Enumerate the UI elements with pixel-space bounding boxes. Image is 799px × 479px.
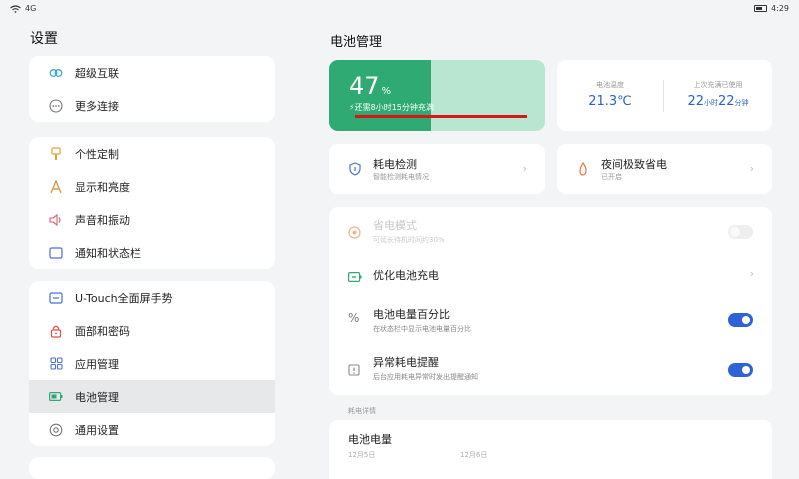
sidebar-item-label: 更多连接 [75, 99, 119, 113]
battery-icon [49, 390, 63, 404]
apps-icon [49, 357, 63, 371]
status-bar: 4G 4:29 [0, 0, 799, 20]
optimize-charging-title: 优化电池充电 [373, 269, 439, 282]
gesture-icon [49, 291, 63, 305]
sidebar-item-sound[interactable]: 声音和振动 [29, 203, 275, 236]
sidebar-item-face-password[interactable]: 面部和密码 [29, 314, 275, 347]
power-check-subtitle: 智能检测耗电情况 [373, 173, 429, 181]
sidebar-item-general[interactable]: 通用设置 [29, 413, 275, 446]
temperature-value: 21.3℃ [588, 94, 632, 109]
battery-charge-icon [348, 267, 362, 286]
night-saving-title: 夜间极致省电 [601, 158, 667, 171]
sound-icon [49, 213, 63, 227]
power-save-icon [348, 224, 361, 243]
power-save-title: 省电模式 [373, 219, 417, 232]
power-check-tile[interactable]: 耗电检测 智能检测耗电情况 › [329, 144, 545, 194]
charge-remaining-text: 还需8小时15分钟充满 [354, 103, 434, 112]
temperature-block: 电池温度 21.3℃ [557, 80, 663, 109]
sidebar-item-label: U-Touch全面屏手势 [75, 291, 173, 305]
settings-group-connect: 超级互联 更多连接 [29, 56, 275, 122]
settings-title: 设置 [30, 31, 58, 47]
settings-group-display: 个性定制 显示和亮度 声音和振动 通知和状态栏 [29, 137, 275, 269]
battery-percent: 47% [349, 72, 391, 100]
since-hours-unit: 小时 [704, 99, 718, 107]
lock-icon [49, 324, 63, 338]
power-save-subtitle: 可延长待机时间约30% [373, 236, 445, 244]
shield-icon [349, 161, 361, 180]
sidebar-item-gesture[interactable]: U-Touch全面屏手势 [29, 281, 275, 314]
since-minutes: 22 [718, 94, 735, 109]
abnormal-drain-row[interactable]: 异常耗电提醒 后台应用耗电异常时发出提醒通知 [329, 346, 772, 392]
sidebar-item-label: 个性定制 [75, 147, 119, 161]
chevron-right-icon: › [522, 162, 527, 175]
battery-percent-unit: % [381, 86, 392, 97]
abnormal-drain-subtitle: 后台应用耗电异常时发出提醒通知 [373, 373, 478, 381]
battery-percent-subtitle: 在状态栏中显示电池电量百分比 [373, 325, 471, 333]
since-full-label: 上次充满已使用 [693, 81, 743, 89]
sidebar-item-super-link[interactable]: 超级互联 [29, 56, 275, 89]
status-left: 4G [10, 4, 36, 13]
sidebar-item-more-connect[interactable]: 更多连接 [29, 89, 275, 122]
chart-title: 电池电量 [348, 433, 392, 446]
notification-icon [49, 246, 63, 260]
battery-percent-title: 电池电量百分比 [373, 308, 450, 321]
battery-level-chart-card: 电池电量 12月5日 12月6日 [329, 420, 772, 479]
sidebar-item-label: 面部和密码 [75, 324, 130, 338]
more-connect-icon [49, 98, 63, 113]
power-check-title: 耗电检测 [373, 158, 417, 171]
sidebar-item-label: 声音和振动 [75, 213, 130, 227]
abnormal-drain-title: 异常耗电提醒 [373, 356, 439, 369]
battery-status-icon [754, 5, 768, 12]
sidebar-item-personalize[interactable]: 个性定制 [29, 137, 275, 170]
battery-percent-value: 47 [349, 72, 380, 100]
settings-group-more [29, 457, 275, 479]
since-full-block: 上次充满已使用 22小时22分钟 [664, 80, 772, 109]
sidebar-item-battery[interactable]: 电池管理 [29, 380, 275, 413]
battery-percent-toggle[interactable] [728, 313, 753, 327]
sidebar-item-label: 应用管理 [75, 357, 119, 371]
page-title: 电池管理 [330, 35, 383, 50]
sidebar-item-label: 电池管理 [75, 390, 119, 404]
sidebar-item-display[interactable]: 显示和亮度 [29, 170, 275, 203]
sidebar-item-apps[interactable]: 应用管理 [29, 347, 275, 380]
night-saving-tile[interactable]: 夜间极致省电 已开启 › [557, 144, 772, 194]
since-full-value: 22小时22分钟 [664, 94, 772, 109]
chevron-right-icon: › [749, 162, 754, 175]
status-right: 4:29 [754, 4, 789, 13]
wifi-icon [10, 4, 21, 13]
abnormal-drain-toggle[interactable] [728, 363, 753, 377]
battery-percent-row[interactable]: % 电池电量百分比 在状态栏中显示电池电量百分比 [329, 298, 772, 344]
brightness-icon [49, 179, 63, 194]
sidebar-item-label: 通用设置 [75, 423, 119, 437]
power-save-toggle[interactable] [728, 225, 753, 239]
sidebar-item-notification[interactable]: 通知和状态栏 [29, 236, 275, 269]
annotation-underline [355, 115, 527, 118]
settings-icon [49, 423, 63, 437]
sidebar-item-label: 显示和亮度 [75, 180, 130, 194]
power-save-row[interactable]: 省电模式 可延长待机时间约30% [329, 209, 772, 255]
brush-icon [49, 146, 63, 161]
sidebar-item-label: 超级互联 [75, 66, 119, 80]
temperature-label: 电池温度 [596, 81, 624, 89]
percent-icon: % [348, 311, 360, 325]
clock: 4:29 [771, 4, 789, 13]
settings-group-system: U-Touch全面屏手势 面部和密码 应用管理 电池管理 通用设置 [29, 281, 275, 446]
night-saving-subtitle: 已开启 [601, 173, 622, 181]
chart-date-label: 12月6日 [460, 451, 488, 459]
battery-level-card: 47% ⚡还需8小时15分钟充满 [329, 60, 545, 131]
signal-text: 4G [25, 4, 37, 13]
battery-info-card: 电池温度 21.3℃ 上次充满已使用 22小时22分钟 [557, 60, 772, 131]
since-minutes-unit: 分钟 [734, 99, 749, 107]
chevron-right-icon: › [749, 267, 754, 280]
optimize-charging-row[interactable]: 优化电池充电 › [329, 252, 772, 298]
chart-date-label: 12月5日 [348, 451, 376, 459]
flame-icon [577, 161, 589, 180]
charge-remaining: ⚡还需8小时15分钟充满 [349, 102, 434, 113]
battery-options-card: 省电模式 可延长待机时间约30% 优化电池充电 › % 电池电量百分比 在状态栏… [329, 207, 772, 395]
section-label-details: 耗电详情 [348, 407, 376, 415]
alert-icon [348, 361, 360, 380]
sidebar-item-label: 通知和状态栏 [75, 246, 141, 260]
since-hours: 22 [687, 94, 704, 109]
link-icon [49, 66, 63, 80]
